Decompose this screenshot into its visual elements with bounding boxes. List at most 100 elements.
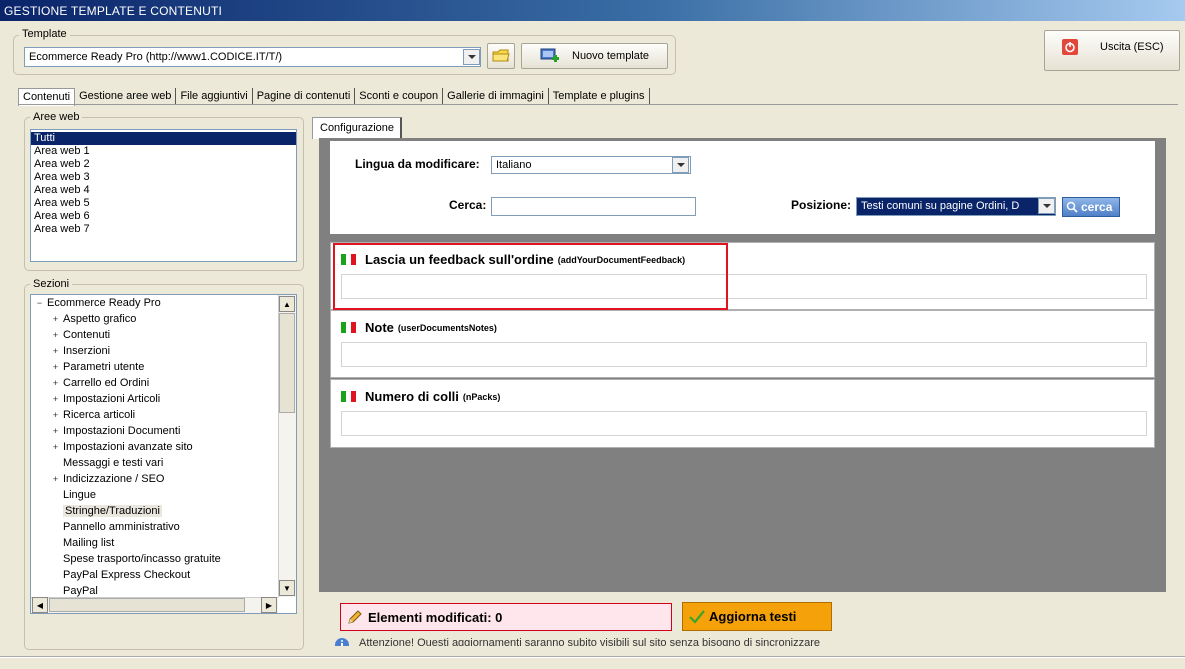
field-title: Numero di colli (nPacks): [341, 389, 500, 404]
area-item[interactable]: Area web 1: [31, 145, 296, 158]
area-item[interactable]: Area web 7: [31, 223, 296, 236]
tree-item-label: PayPal Express Checkout: [63, 569, 191, 581]
tab-file-aggiuntivi[interactable]: File aggiuntivi: [176, 88, 253, 104]
expand-icon[interactable]: +: [51, 327, 60, 343]
area-item[interactable]: Area web 2: [31, 158, 296, 171]
tree-item[interactable]: + Ricerca articoli: [31, 407, 296, 423]
tree-item[interactable]: Stringhe/Traduzioni: [31, 503, 296, 519]
tab-pagine-di-contenuti[interactable]: Pagine di contenuti: [253, 88, 356, 104]
areas-list[interactable]: Tutti Area web 1 Area web 2 Area web 3 Area …: [30, 129, 297, 262]
italian-flag-icon: [341, 391, 358, 402]
tree-item-label: Pannello amministrativo: [63, 521, 180, 533]
field-input[interactable]: [341, 342, 1147, 367]
scroll-right-button[interactable]: ▶: [261, 597, 277, 613]
field-input[interactable]: [341, 411, 1147, 436]
tree-item[interactable]: + Carrello ed Ordini: [31, 375, 296, 391]
update-texts-button[interactable]: Aggiorna testi: [682, 602, 832, 631]
template-select[interactable]: Ecommerce Ready Pro (http://www1.CODICE.…: [24, 47, 481, 67]
translation-field: Numero di colli (nPacks): [330, 379, 1155, 448]
area-item[interactable]: Area web 4: [31, 184, 296, 197]
area-item[interactable]: Area web 3: [31, 171, 296, 184]
field-title-label: Note: [365, 320, 394, 335]
tab-template-e-plugins[interactable]: Template e plugins: [549, 88, 650, 104]
italian-flag-icon: [341, 322, 358, 333]
expand-icon[interactable]: +: [51, 407, 60, 423]
area-item[interactable]: Area web 5: [31, 197, 296, 210]
new-template-label: Nuovo template: [572, 50, 650, 62]
language-dropdown-button[interactable]: [672, 157, 689, 173]
tree-item[interactable]: Mailing list: [31, 535, 296, 551]
scroll-down-button[interactable]: ▼: [279, 580, 295, 596]
search-icon: [1066, 201, 1078, 213]
warning-text: Attenzione! Questi aggiornamenti saranno…: [359, 637, 821, 646]
tree-item-label: Contenuti: [63, 329, 111, 341]
chevron-down-icon: [676, 163, 685, 167]
tree-item[interactable]: Pannello amministrativo: [31, 519, 296, 535]
search-label: Cerca:: [449, 198, 487, 212]
scroll-left-button[interactable]: ◀: [32, 597, 48, 613]
filter-panel: [330, 141, 1155, 234]
area-item[interactable]: Area web 6: [31, 210, 296, 223]
new-template-button[interactable]: Nuovo template: [521, 43, 668, 69]
template-dropdown-button[interactable]: [463, 49, 480, 65]
search-input[interactable]: [491, 197, 696, 216]
exit-button[interactable]: Uscita (ESC): [1044, 30, 1180, 71]
position-dropdown-button[interactable]: [1038, 198, 1055, 214]
tree-item-label: PayPal: [63, 585, 98, 597]
expand-icon[interactable]: +: [51, 359, 60, 375]
tree-item[interactable]: + Aspetto grafico: [31, 311, 296, 327]
modified-label: Elementi modificati: 0: [368, 609, 503, 625]
tree-item[interactable]: + Impostazioni Documenti: [31, 423, 296, 439]
collapse-icon: −: [36, 298, 43, 308]
exit-label: Uscita (ESC): [1100, 40, 1164, 53]
tree-item[interactable]: Spese trasporto/incasso gratuite: [31, 551, 296, 567]
tab-underline: [18, 104, 1178, 105]
expand-icon[interactable]: +: [51, 311, 60, 327]
expand-icon[interactable]: +: [51, 375, 60, 391]
area-item[interactable]: Tutti: [31, 132, 296, 145]
position-select[interactable]: Testi comuni su pagine Ordini, D: [856, 197, 1056, 216]
search-button-label: cerca: [1081, 200, 1113, 214]
modified-counter: Elementi modificati: 0: [340, 603, 672, 631]
scroll-up-button[interactable]: ▲: [279, 296, 295, 312]
tree-item[interactable]: + Parametri utente: [31, 359, 296, 375]
power-icon: [1062, 38, 1078, 55]
search-button[interactable]: cerca: [1062, 197, 1120, 217]
open-folder-button[interactable]: [487, 43, 515, 69]
tab-gestione-aree-web[interactable]: Gestione aree web: [75, 88, 177, 104]
expand-icon[interactable]: +: [51, 471, 60, 487]
tab-sconti-e-coupon[interactable]: Sconti e coupon: [355, 88, 444, 104]
pencil-icon: [348, 610, 362, 624]
info-icon: [335, 638, 349, 646]
tree-item[interactable]: + Contenuti: [31, 327, 296, 343]
areas-legend: Aree web: [30, 111, 83, 123]
expand-icon[interactable]: +: [51, 439, 60, 455]
sections-tree[interactable]: − Ecommerce Ready Pro + Aspetto grafico + Co…: [30, 294, 297, 614]
tab-gallerie-di-immagini[interactable]: Gallerie di immagini: [443, 88, 549, 104]
tree-item-label: Stringhe/Traduzioni: [63, 505, 162, 517]
tree-item-label: Carrello ed Ordini: [63, 377, 150, 389]
tree-item[interactable]: PayPal Express Checkout: [31, 567, 296, 583]
tree-item[interactable]: + Impostazioni avanzate sito: [31, 439, 296, 455]
tree-root-label: Ecommerce Ready Pro: [47, 297, 161, 309]
sections-legend: Sezioni: [30, 278, 73, 290]
tree-item-label: Parametri utente: [63, 361, 145, 373]
tree-item[interactable]: + Indicizzazione / SEO: [31, 471, 296, 487]
expand-icon[interactable]: +: [51, 423, 60, 439]
tree-item[interactable]: + Inserzioni: [31, 343, 296, 359]
expand-icon[interactable]: +: [51, 391, 60, 407]
scroll-thumb[interactable]: [279, 313, 295, 413]
expand-icon[interactable]: +: [51, 343, 60, 359]
language-label: Lingua da modificare:: [355, 157, 480, 171]
tree-item[interactable]: Messaggi e testi vari: [31, 455, 296, 471]
tree-item-label: Aspetto grafico: [63, 313, 137, 325]
chevron-down-icon: [1042, 204, 1051, 208]
hscroll-thumb[interactable]: [49, 598, 245, 612]
tree-item-label: Messaggi e testi vari: [63, 457, 164, 469]
tree-item-label: Impostazioni Documenti: [63, 425, 181, 437]
tree-root[interactable]: − Ecommerce Ready Pro: [31, 295, 296, 311]
config-tab[interactable]: Configurazione: [312, 117, 402, 139]
tree-item[interactable]: Lingue: [31, 487, 296, 503]
tree-item[interactable]: + Impostazioni Articoli: [31, 391, 296, 407]
language-select[interactable]: Italiano: [491, 156, 691, 174]
